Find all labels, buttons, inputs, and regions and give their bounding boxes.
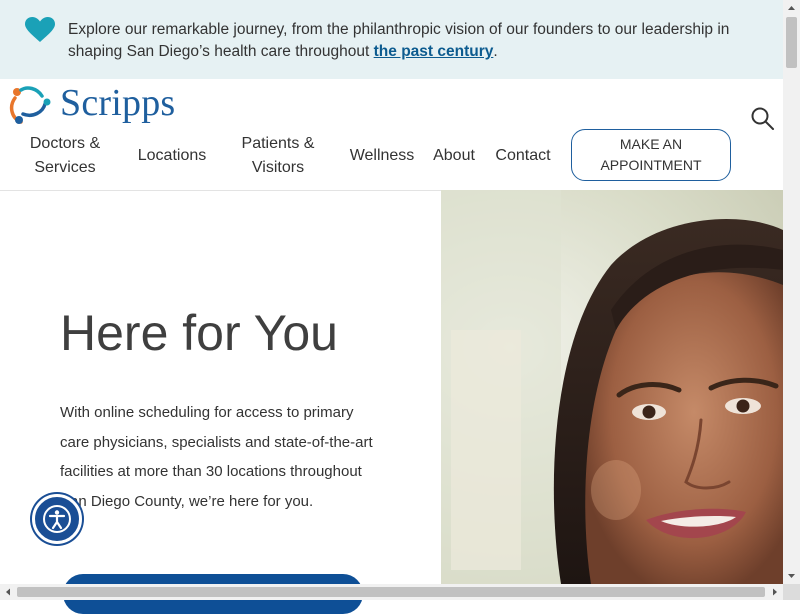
hero-title: Here for You (60, 305, 338, 361)
horizontal-scroll-thumb[interactable] (17, 587, 765, 597)
nav-doctors-line1: Doctors & (29, 135, 101, 152)
scripps-logo-text[interactable]: Scripps (60, 81, 175, 125)
vertical-scroll-thumb[interactable] (786, 17, 797, 68)
nav-contact[interactable]: Contact (490, 144, 556, 168)
appointment-line2: APPOINTMENT (600, 157, 702, 173)
accessibility-icon (43, 505, 71, 533)
nav-patients-line1: Patients & (241, 135, 315, 152)
appointment-line1: MAKE AN (619, 136, 683, 152)
search-icon[interactable] (750, 106, 776, 132)
make-appointment-button[interactable]: MAKE AN APPOINTMENT (571, 129, 731, 181)
nav-about[interactable]: About (427, 144, 481, 168)
banner-trailing: . (493, 43, 498, 60)
hero-body-text: With online scheduling for access to pri… (60, 404, 373, 510)
vertical-scrollbar[interactable] (783, 0, 800, 584)
accessibility-button[interactable] (32, 494, 82, 544)
heart-icon (25, 17, 55, 42)
nav-patients-visitors[interactable]: Patients & Visitors (236, 132, 320, 180)
woman-portrait-illustration (441, 190, 783, 584)
past-century-link[interactable]: the past century (374, 43, 494, 60)
scripps-logo-icon[interactable] (9, 84, 53, 126)
nav-doctors-services[interactable]: Doctors & Services (22, 132, 108, 180)
hero-portrait-image (441, 190, 783, 584)
scroll-left-icon[interactable] (0, 584, 16, 600)
nav-locations[interactable]: Locations (134, 144, 210, 168)
scrollbar-corner (783, 584, 800, 600)
scroll-up-icon[interactable] (783, 0, 800, 17)
announcement-banner: Explore our remarkable journey, from the… (0, 0, 783, 79)
nav-patients-line2: Visitors (251, 159, 305, 176)
nav-wellness[interactable]: Wellness (346, 144, 418, 168)
horizontal-scrollbar[interactable] (0, 584, 783, 600)
nav-doctors-line2: Services (34, 159, 96, 176)
scroll-down-icon[interactable] (783, 567, 800, 584)
site-header: Scripps Doctors & Services Locations Pat… (0, 79, 783, 191)
scroll-right-icon[interactable] (767, 584, 783, 600)
banner-text: Explore our remarkable journey, from the… (68, 19, 768, 63)
